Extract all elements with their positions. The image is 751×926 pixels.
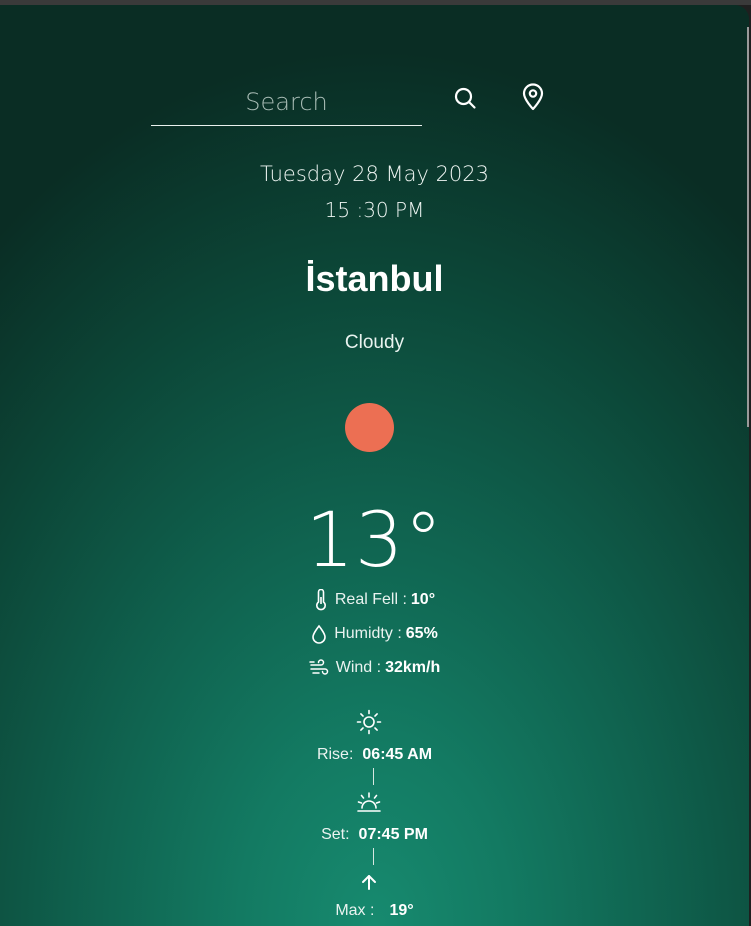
sunset-icon bbox=[354, 788, 384, 818]
sunset-row: Set: 07:45 PM bbox=[0, 826, 749, 844]
humidity-label: Humidty : bbox=[334, 625, 402, 642]
weather-card: Tuesday 28 May 2023 15 :30 PM İstanbul C… bbox=[0, 5, 749, 926]
humidity-value: 65% bbox=[405, 625, 438, 642]
wind-label: Wind : bbox=[335, 659, 382, 676]
temperature: 13° bbox=[305, 495, 444, 584]
sunrise-label: Rise: bbox=[316, 746, 354, 763]
humidity-row: Humidty : 65% bbox=[0, 624, 749, 644]
divider-line bbox=[373, 768, 374, 785]
time-text: 15 :30 PM bbox=[324, 198, 425, 222]
sun-icon bbox=[354, 707, 384, 737]
sunset-value: 07:45 PM bbox=[358, 826, 428, 843]
weather-sun-icon bbox=[345, 403, 394, 452]
divider-line bbox=[373, 848, 374, 865]
real-feel-label: Real Fell : bbox=[334, 591, 407, 608]
real-feel-row: Real Fell : 10° bbox=[0, 589, 749, 611]
sunrise-value: 06:45 AM bbox=[362, 746, 433, 763]
location-pin-icon bbox=[521, 82, 545, 116]
city-name: İstanbul bbox=[305, 258, 444, 299]
search-bar bbox=[151, 79, 571, 127]
search-input[interactable] bbox=[151, 79, 422, 126]
weather-condition: Cloudy bbox=[344, 332, 405, 353]
thermometer-icon bbox=[314, 589, 328, 611]
arrow-up-icon bbox=[354, 867, 384, 897]
wind-value: 32km/h bbox=[385, 659, 441, 676]
scrollbar[interactable] bbox=[747, 27, 749, 427]
search-icon bbox=[453, 86, 477, 115]
location-button[interactable] bbox=[518, 82, 548, 116]
search-button[interactable] bbox=[450, 85, 480, 115]
droplet-icon bbox=[311, 624, 327, 644]
real-feel-value: 10° bbox=[410, 591, 436, 608]
max-temp-row: Max : 19° bbox=[0, 902, 749, 920]
wind-row: Wind : 32km/h bbox=[0, 659, 749, 677]
sunset-label: Set: bbox=[321, 826, 350, 843]
date-text: Tuesday 28 May 2023 bbox=[259, 162, 490, 186]
max-temp-value: 19° bbox=[389, 902, 414, 919]
wind-icon bbox=[309, 659, 329, 677]
sunrise-row: Rise: 06:45 AM bbox=[0, 746, 749, 764]
max-temp-label: Max : bbox=[335, 902, 375, 919]
